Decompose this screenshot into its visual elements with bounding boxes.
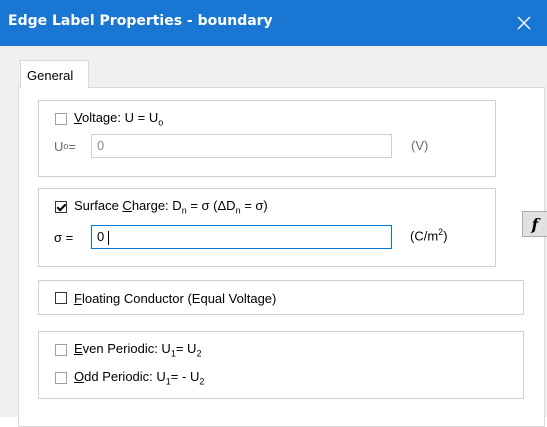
voltage-row: Voltage: U = Uo — [55, 109, 163, 129]
even-periodic-label: Even Periodic: U1= U2 — [74, 341, 202, 359]
periodic-group: Even Periodic: U1= U2 Odd Periodic: U1= … — [38, 331, 524, 399]
floating-conductor-checkbox[interactable] — [55, 292, 67, 304]
floating-group: Floating Conductor (Equal Voltage) — [38, 280, 524, 315]
function-button[interactable]: f — [522, 211, 547, 237]
voltage-value-field[interactable]: 0 — [91, 134, 392, 158]
surface-charge-checkbox[interactable] — [55, 201, 67, 213]
text-caret — [108, 230, 110, 245]
uo-label: Uo = — [54, 138, 76, 154]
surface-charge-row: Surface Charge: Dn = σ (ΔDn = σ) — [55, 197, 268, 217]
sigma-label: σ = — [54, 229, 74, 245]
odd-periodic-label: Odd Periodic: U1= - U2 — [74, 369, 205, 387]
tab-general-label: General — [27, 68, 74, 83]
odd-periodic-row: Odd Periodic: U1= - U2 — [55, 368, 204, 388]
floating-row: Floating Conductor (Equal Voltage) — [55, 288, 276, 308]
surface-charge-unit: (C/m2) — [410, 227, 448, 244]
title-bar: Edge Label Properties - boundary — [0, 0, 547, 46]
surface-charge-group: Surface Charge: Dn = σ (ΔDn = σ) σ = 0 (… — [38, 188, 496, 267]
voltage-group: Voltage: U = Uo Uo = 0 (V) — [38, 100, 496, 177]
surface-charge-label: Surface Charge: Dn = σ (ΔDn = σ) — [74, 198, 268, 216]
voltage-value: 0 — [97, 138, 105, 153]
surface-charge-value-field[interactable]: 0 — [91, 225, 392, 249]
close-icon — [517, 16, 531, 30]
even-periodic-row: Even Periodic: U1= U2 — [55, 340, 201, 360]
voltage-unit: (V) — [411, 138, 429, 153]
close-button[interactable] — [501, 0, 547, 46]
voltage-label: Voltage: U = Uo — [74, 110, 164, 128]
floating-conductor-label: Floating Conductor (Equal Voltage) — [74, 290, 277, 306]
function-button-label: f — [531, 214, 539, 234]
voltage-checkbox[interactable] — [55, 113, 67, 125]
even-periodic-checkbox[interactable] — [55, 344, 67, 356]
odd-periodic-checkbox[interactable] — [55, 372, 67, 384]
window-title: Edge Label Properties - boundary — [8, 13, 273, 29]
tab-general[interactable]: General — [20, 60, 89, 88]
general-panel: Voltage: U = Uo Uo = 0 (V) f Surface Cha… — [18, 87, 547, 427]
dialog-body: General Voltage: U = Uo Uo = 0 (V) f Sur… — [0, 46, 547, 427]
surface-charge-value: 0 — [97, 229, 105, 244]
